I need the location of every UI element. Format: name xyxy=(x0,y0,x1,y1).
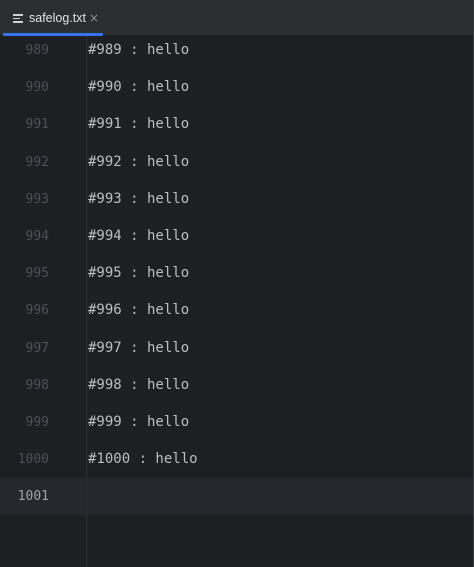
editor-window: safelog.txt × 989 #989 : hello 990 #990 : h… xyxy=(0,0,474,567)
line-text: #992 : hello xyxy=(88,153,190,170)
editor-line[interactable]: 1001 xyxy=(0,482,474,519)
editor-line[interactable]: 989 #989 : hello xyxy=(0,36,474,73)
line-text: #991 : hello xyxy=(88,116,190,133)
line-text: #996 : hello xyxy=(88,302,190,319)
line-number: 995 xyxy=(25,266,49,282)
line-text: #994 : hello xyxy=(88,228,190,244)
line-text: #990 : hello xyxy=(88,79,190,96)
line-number: 1000 xyxy=(17,452,49,468)
line-text: #999 : hello xyxy=(88,414,190,430)
editor-line[interactable]: 992 #992 : hello xyxy=(0,148,474,185)
line-number: 991 xyxy=(25,117,49,133)
editor-line[interactable]: 991 #991 : hello xyxy=(0,110,474,147)
line-text: #1000 : hello xyxy=(88,451,198,468)
line-number: 992 xyxy=(25,154,49,170)
editor-line[interactable]: 997 #997 : hello xyxy=(0,334,474,371)
editor-line[interactable]: 996 #996 : hello xyxy=(0,296,474,333)
line-number: 998 xyxy=(25,377,49,393)
line-text: #998 : hello xyxy=(88,376,190,393)
line-number: 997 xyxy=(25,340,49,356)
text-file-icon xyxy=(13,14,23,23)
editor-line[interactable]: 990 #990 : hello xyxy=(0,73,474,110)
line-text: #995 : hello xyxy=(88,265,190,282)
line-number: 996 xyxy=(25,303,49,319)
editor-line[interactable]: 993 #993 : hello xyxy=(0,185,474,222)
editor-line[interactable]: 995 #995 : hello xyxy=(0,259,474,296)
line-text: #989 : hello xyxy=(88,42,190,58)
line-number: 994 xyxy=(25,229,49,244)
line-number: 1001 xyxy=(17,489,49,505)
close-icon[interactable]: × xyxy=(89,10,99,26)
tab-label: safelog.txt xyxy=(29,11,86,25)
line-number: 990 xyxy=(25,80,49,96)
line-number: 999 xyxy=(25,415,49,430)
tab-safelog[interactable]: safelog.txt × xyxy=(3,0,103,36)
editor-line[interactable]: 998 #998 : hello xyxy=(0,371,474,408)
editor-line[interactable]: 1000 #1000 : hello xyxy=(0,445,474,482)
line-number: 993 xyxy=(25,191,49,207)
line-text: #997 : hello xyxy=(88,339,190,356)
editor-line[interactable]: 994 #994 : hello xyxy=(0,222,474,259)
line-number: 989 xyxy=(25,43,49,58)
line-text: #993 : hello xyxy=(88,190,190,207)
editor-line[interactable]: 999 #999 : hello xyxy=(0,408,474,445)
editor-area[interactable]: 989 #989 : hello 990 #990 : hello 991 #991 : … xyxy=(0,36,474,567)
tab-bar: safelog.txt × xyxy=(0,0,474,36)
